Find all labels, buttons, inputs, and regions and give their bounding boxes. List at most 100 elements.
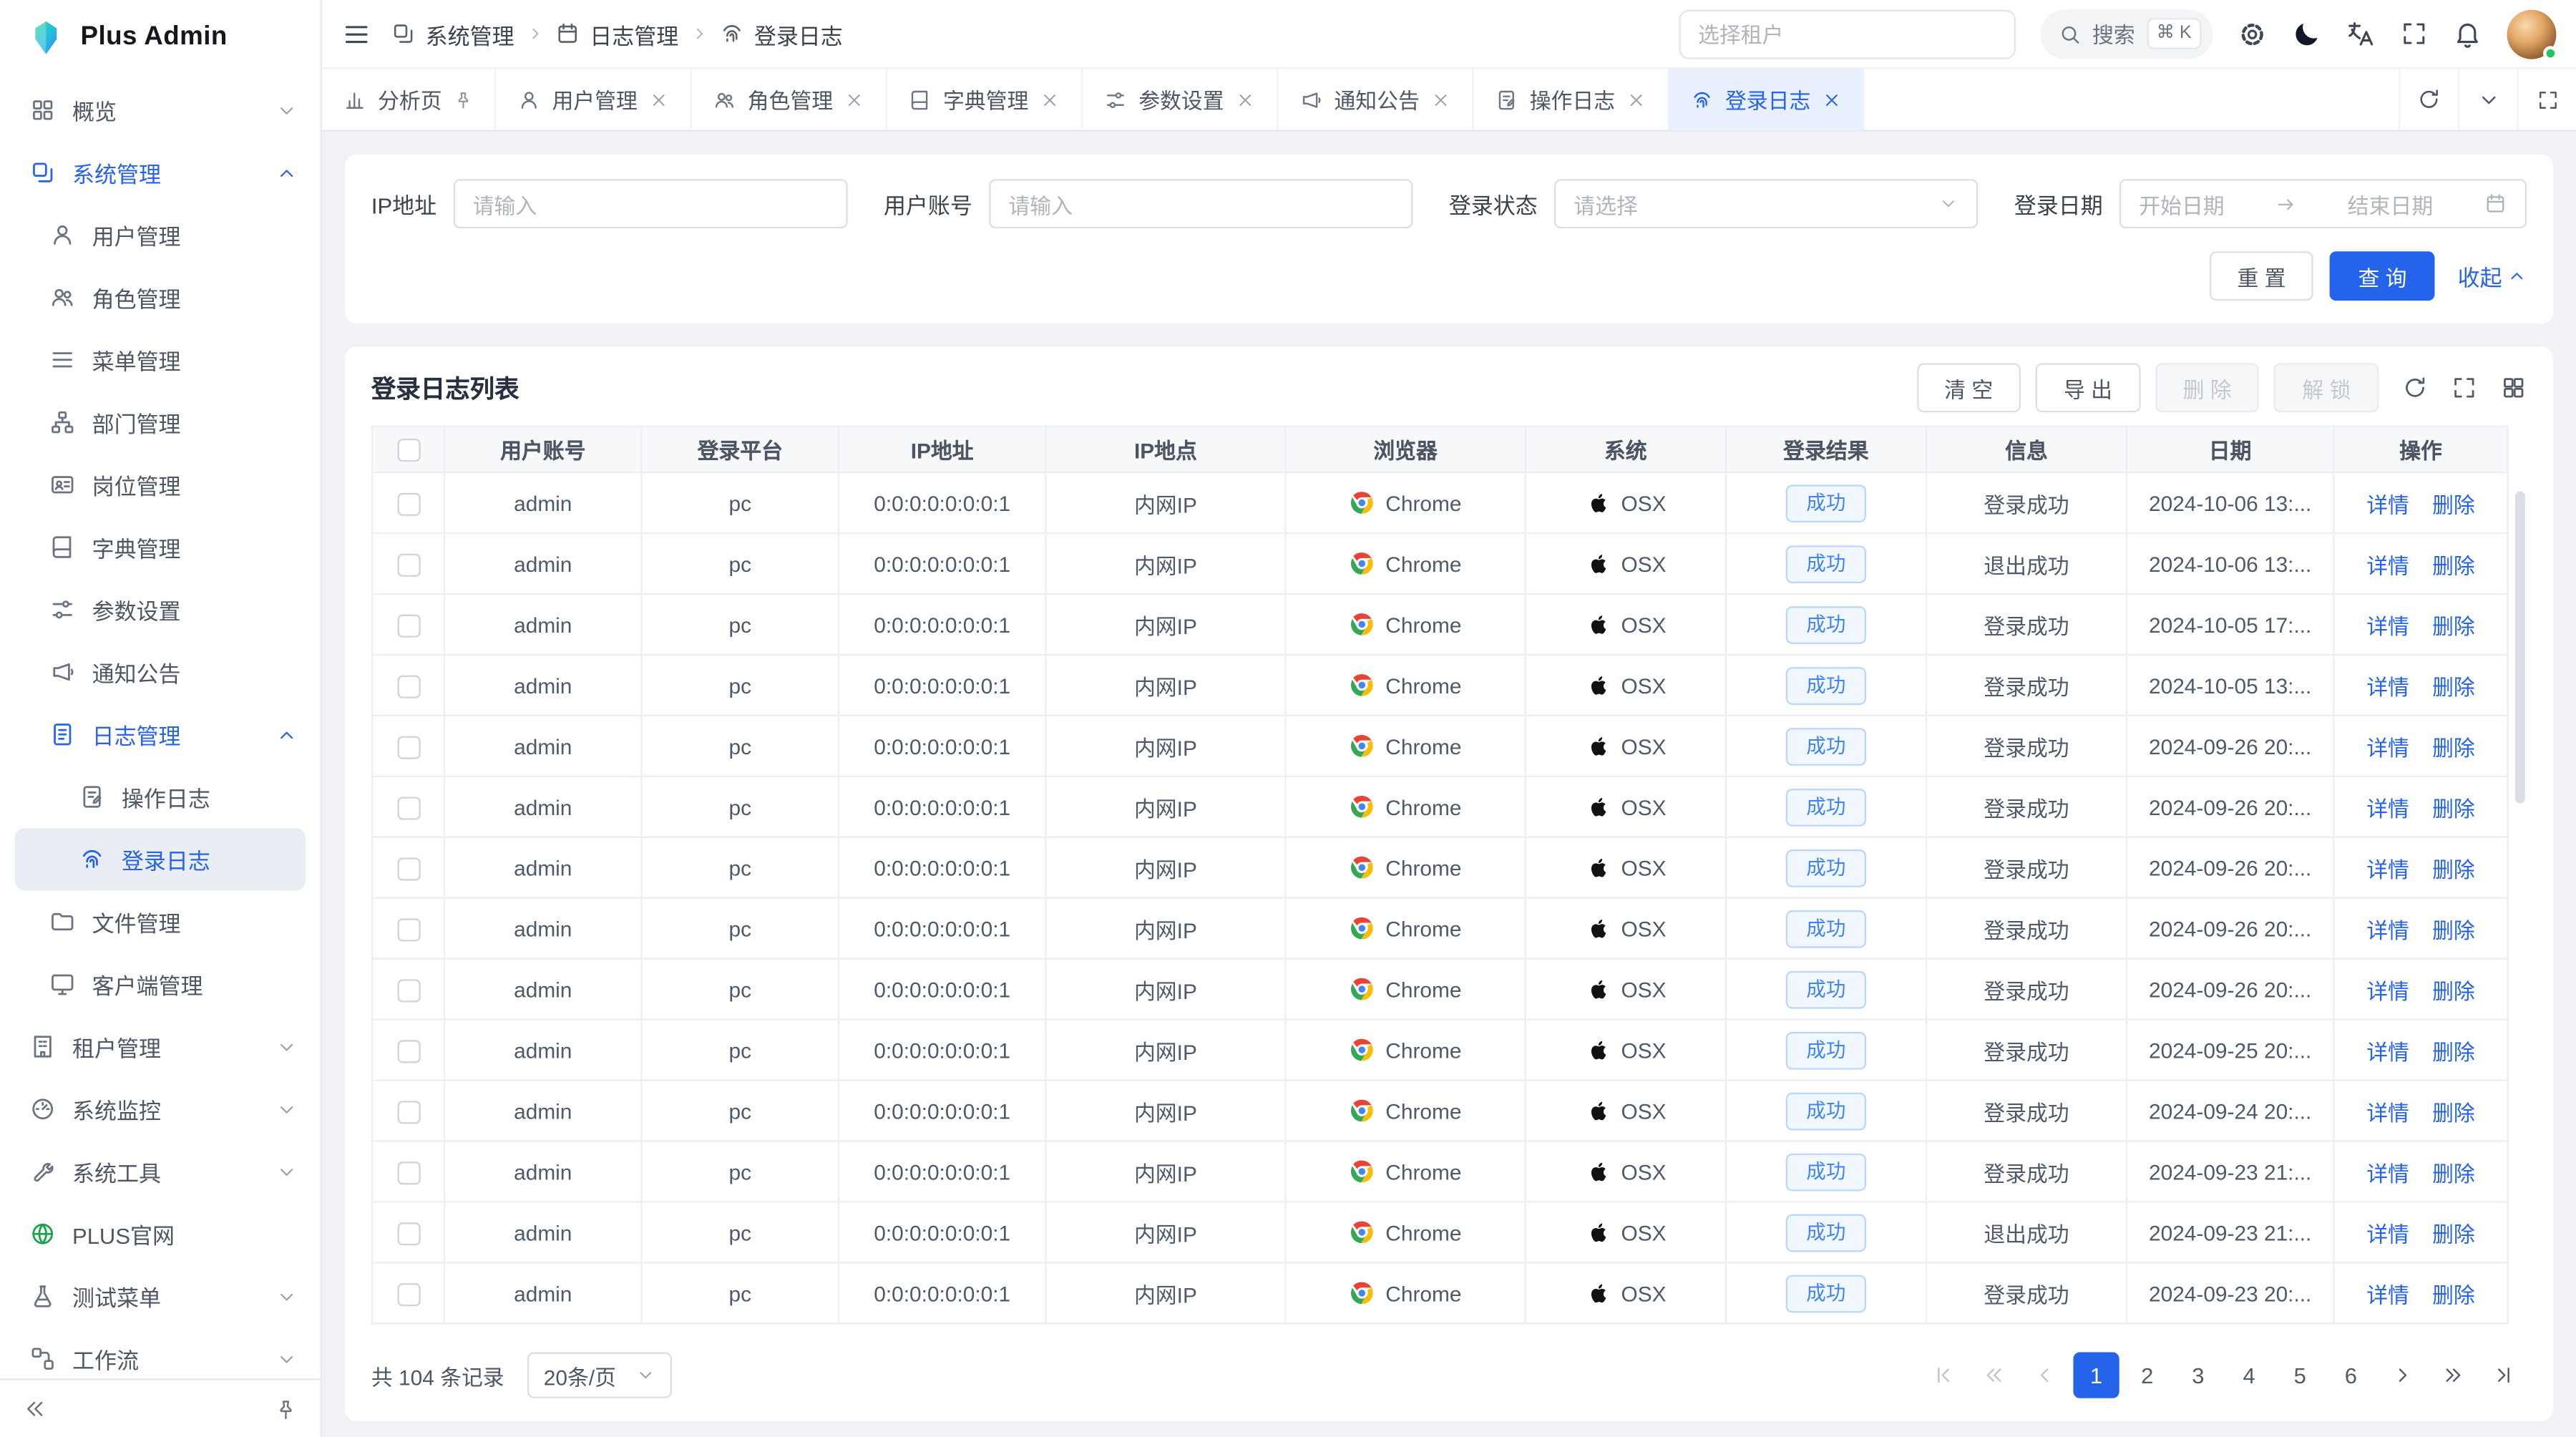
delete-link[interactable]: 删除	[2432, 978, 2475, 1003]
row-checkbox[interactable]	[396, 1040, 419, 1063]
sidebar-item-post-management[interactable]: 岗位管理	[0, 454, 321, 516]
tab-login-log[interactable]: 登录日志	[1669, 69, 1865, 130]
row-checkbox[interactable]	[396, 979, 419, 1002]
row-checkbox[interactable]	[396, 1222, 419, 1245]
refresh-page-button[interactable]	[2399, 69, 2458, 130]
detail-link[interactable]: 详情	[2366, 1161, 2409, 1185]
row-checkbox-cell[interactable]	[372, 1262, 444, 1323]
delete-link[interactable]: 删除	[2432, 1161, 2475, 1185]
select-all-checkbox[interactable]	[372, 427, 444, 472]
sidebar-item-log-management[interactable]: 日志管理	[0, 703, 321, 766]
detail-link[interactable]: 详情	[2366, 1039, 2409, 1063]
row-checkbox[interactable]	[396, 736, 419, 759]
refresh-table-icon[interactable]	[2402, 374, 2429, 401]
app-logo[interactable]: Plus Admin	[0, 0, 321, 76]
detail-link[interactable]: 详情	[2366, 614, 2409, 638]
clear-button[interactable]: 清 空	[1916, 363, 2021, 412]
delete-link[interactable]: 删除	[2432, 614, 2475, 638]
sidebar-item-menu-management[interactable]: 菜单管理	[0, 328, 321, 391]
delete-link[interactable]: 删除	[2432, 735, 2475, 759]
sidebar-item-role-management[interactable]: 角色管理	[0, 266, 321, 328]
row-checkbox-cell[interactable]	[372, 716, 444, 776]
close-tab-icon[interactable]	[1822, 89, 1842, 109]
row-checkbox-cell[interactable]	[372, 898, 444, 959]
jump-forward-button[interactable]	[2430, 1353, 2476, 1398]
detail-link[interactable]: 详情	[2366, 735, 2409, 759]
prev-page-button[interactable]	[2022, 1353, 2068, 1398]
tab-dict-management[interactable]: 字典管理	[887, 69, 1083, 130]
delete-link[interactable]: 删除	[2432, 796, 2475, 820]
next-page-button[interactable]	[2379, 1353, 2424, 1398]
row-checkbox-cell[interactable]	[372, 594, 444, 655]
sidebar-item-plus-site[interactable]: PLUS官网	[0, 1203, 321, 1265]
table-fullscreen-icon[interactable]	[2451, 374, 2477, 401]
hamburger-icon[interactable]	[342, 19, 371, 48]
pin-sidebar-button[interactable]	[274, 1398, 297, 1421]
close-tab-icon[interactable]	[1431, 89, 1451, 109]
row-checkbox-cell[interactable]	[372, 959, 444, 1020]
sidebar-item-system-monitor[interactable]: 系统监控	[0, 1078, 321, 1140]
date-range-picker[interactable]: 开始日期 结束日期	[2119, 179, 2527, 228]
sidebar-item-param-settings[interactable]: 参数设置	[0, 578, 321, 640]
detail-link[interactable]: 详情	[2366, 857, 2409, 881]
detail-link[interactable]: 详情	[2366, 917, 2409, 942]
sidebar-item-dict-management[interactable]: 字典管理	[0, 516, 321, 578]
export-button[interactable]: 导 出	[2036, 363, 2140, 412]
detail-link[interactable]: 详情	[2366, 796, 2409, 820]
page-2-button[interactable]: 2	[2124, 1353, 2170, 1398]
delete-link[interactable]: 删除	[2432, 553, 2475, 578]
close-tab-icon[interactable]	[1626, 89, 1646, 109]
first-page-button[interactable]	[1921, 1353, 1966, 1398]
breadcrumb-item-login-log[interactable]: 登录日志	[720, 17, 843, 50]
page-3-button[interactable]: 3	[2175, 1353, 2221, 1398]
sidebar-item-user-management[interactable]: 用户管理	[0, 204, 321, 266]
sidebar-item-dept-management[interactable]: 部门管理	[0, 391, 321, 453]
sidebar-item-test-menu[interactable]: 测试菜单	[0, 1265, 321, 1328]
sidebar-item-operation-log[interactable]: 操作日志	[0, 766, 321, 828]
last-page-button[interactable]	[2481, 1353, 2527, 1398]
close-tab-icon[interactable]	[649, 89, 669, 109]
row-checkbox[interactable]	[396, 553, 419, 576]
close-tab-icon[interactable]	[844, 89, 864, 109]
row-checkbox-cell[interactable]	[372, 1141, 444, 1202]
page-1-button[interactable]: 1	[2073, 1353, 2119, 1398]
collapse-sidebar-button[interactable]	[23, 1397, 47, 1421]
ip-input[interactable]: 请输入	[453, 179, 847, 228]
detail-link[interactable]: 详情	[2366, 674, 2409, 698]
breadcrumb-item-system-management[interactable]: 系统管理	[391, 17, 514, 50]
translate-icon[interactable]	[2346, 19, 2376, 48]
tab-role-management[interactable]: 角色管理	[692, 69, 887, 130]
page-6-button[interactable]: 6	[2328, 1353, 2373, 1398]
row-checkbox[interactable]	[396, 797, 419, 819]
tab-operation-log[interactable]: 操作日志	[1474, 69, 1669, 130]
global-search[interactable]: 搜索 ⌘ K	[2040, 9, 2213, 59]
row-checkbox-cell[interactable]	[372, 533, 444, 594]
sidebar-item-file-management[interactable]: 文件管理	[0, 890, 321, 953]
sidebar-item-workflow[interactable]: 工作流	[0, 1328, 321, 1378]
notifications-bell-icon[interactable]	[2453, 19, 2482, 48]
detail-link[interactable]: 详情	[2366, 1222, 2409, 1246]
delete-link[interactable]: 删除	[2432, 1222, 2475, 1246]
tab-analysis[interactable]: 分析页	[322, 69, 496, 130]
sidebar-item-overview[interactable]: 概览	[0, 79, 321, 141]
sidebar-item-system-management[interactable]: 系统管理	[0, 141, 321, 203]
status-select[interactable]: 请选择	[1554, 179, 1978, 228]
detail-link[interactable]: 详情	[2366, 978, 2409, 1003]
tab-param-settings[interactable]: 参数设置	[1083, 69, 1278, 130]
table-scrollbar-thumb[interactable]	[2515, 491, 2525, 803]
account-input[interactable]: 请输入	[989, 179, 1413, 228]
fullscreen-icon[interactable]	[2400, 20, 2428, 48]
delete-link[interactable]: 删除	[2432, 1100, 2475, 1124]
settings-gear-icon[interactable]	[2238, 19, 2267, 48]
row-checkbox[interactable]	[396, 492, 419, 515]
row-checkbox[interactable]	[396, 1101, 419, 1124]
delete-button[interactable]: 删 除	[2155, 363, 2260, 412]
delete-link[interactable]: 删除	[2432, 492, 2475, 517]
row-checkbox-cell[interactable]	[372, 1202, 444, 1262]
jump-back-button[interactable]	[1971, 1353, 2017, 1398]
detail-link[interactable]: 详情	[2366, 1100, 2409, 1124]
row-checkbox[interactable]	[396, 1283, 419, 1306]
row-checkbox[interactable]	[396, 1161, 419, 1184]
row-checkbox-cell[interactable]	[372, 776, 444, 837]
reset-button[interactable]: 重 置	[2209, 251, 2313, 301]
